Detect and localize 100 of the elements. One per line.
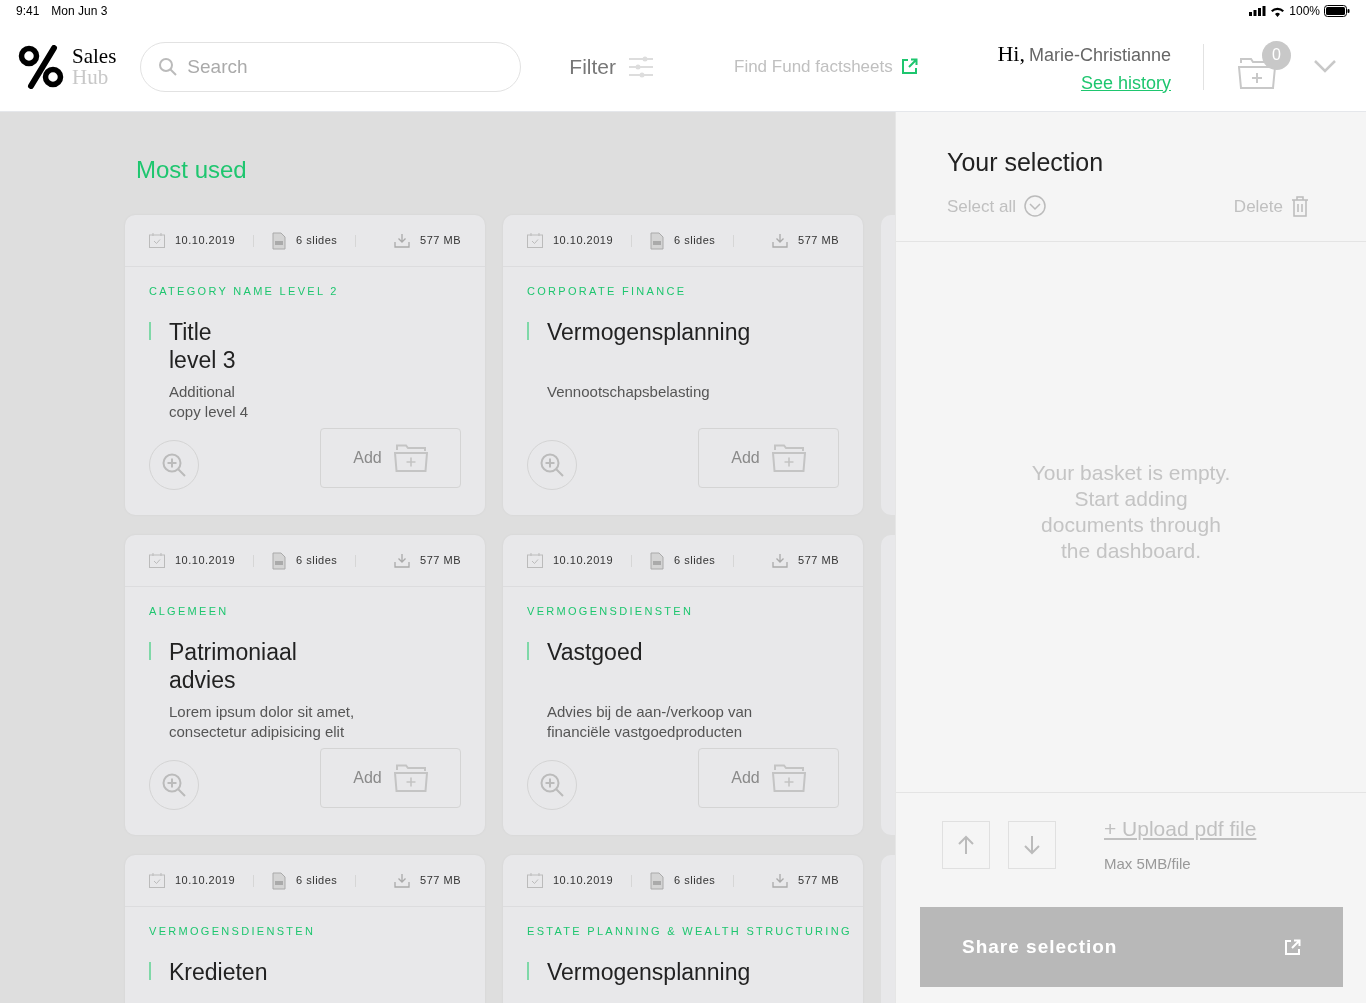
add-button[interactable]: Add bbox=[698, 428, 839, 488]
add-button[interactable]: Add bbox=[320, 428, 461, 488]
file-size: 577 MB bbox=[420, 873, 461, 889]
card-date: 10.10.2019 bbox=[175, 553, 236, 569]
external-link-icon bbox=[900, 58, 918, 75]
slide-count: 6 slides bbox=[674, 873, 716, 889]
slide-count: 6 slides bbox=[674, 233, 716, 249]
download-icon bbox=[772, 553, 789, 568]
search-field[interactable]: Search bbox=[140, 41, 522, 92]
greeting-text: Hi, bbox=[997, 39, 1025, 68]
zoom-in-icon bbox=[539, 772, 565, 798]
document-card[interactable]: 10.10.2019 6 slides 577 MB ALGEMEEN Patrimoniaal advies Lorem ipsum dolor sit amet, consectetur adipisicing elit Add bbox=[125, 535, 485, 835]
file-size: 577 MB bbox=[798, 553, 839, 569]
card-title: Patrimoniaal advies bbox=[169, 637, 297, 694]
card-description: Additional copy level 4 bbox=[169, 381, 250, 422]
folder-add-icon bbox=[771, 764, 806, 792]
calendar-icon bbox=[527, 233, 543, 248]
card-category: ESTATE PLANNING & WEALTH STRUCTURING bbox=[526, 924, 853, 939]
download-icon bbox=[394, 873, 411, 888]
wifi-icon bbox=[1270, 5, 1286, 17]
file-size: 577 MB bbox=[798, 233, 839, 249]
zoom-in-icon bbox=[161, 772, 187, 798]
document-card[interactable]: 10.10.2019 6 slides 577 MB CATEGORY NAME LEVEL 2 Title level 3 Additional copy level 4 Add bbox=[125, 215, 485, 515]
download-icon bbox=[394, 233, 411, 248]
chevron-down-icon[interactable] bbox=[1314, 60, 1336, 73]
slide-count: 6 slides bbox=[296, 873, 338, 889]
arrow-up-icon bbox=[957, 835, 975, 855]
card-description: Advies bij de aan-/verkoop van financiële vastgoedproducten bbox=[547, 701, 754, 742]
card-date: 10.10.2019 bbox=[175, 233, 236, 249]
document-icon bbox=[272, 871, 287, 890]
panel-title: Your selection bbox=[947, 147, 1105, 178]
calendar-icon bbox=[149, 873, 165, 888]
document-card[interactable]: 10.10.2019 6 slides 577 MB CORPORATE FINANCE Vermogensplanning Vennootschapsbelasting Add bbox=[503, 215, 863, 515]
document-icon bbox=[650, 231, 665, 250]
card-category: CATEGORY NAME LEVEL 2 bbox=[148, 284, 340, 299]
document-card[interactable]: 10.10.2019 6 slides 577 MB VERMOGENSDIENSTEN Vastgoed Advies bij de aan-/verkoop van financiële vastgoedproducten Add bbox=[503, 535, 863, 835]
battery-icon bbox=[1324, 5, 1350, 17]
zoom-button[interactable] bbox=[149, 760, 199, 810]
add-button[interactable]: Add bbox=[320, 748, 461, 808]
status-date: Mon Jun 3 bbox=[51, 3, 108, 20]
external-link-icon bbox=[1284, 938, 1301, 956]
card-description: Lorem ipsum dolor sit amet, consectetur adipisicing elit bbox=[169, 701, 356, 742]
zoom-in-icon bbox=[539, 452, 565, 478]
share-button[interactable]: Share selection bbox=[920, 907, 1343, 987]
battery-percent: 100% bbox=[1289, 3, 1320, 20]
folder-add-icon bbox=[393, 444, 428, 472]
zoom-in-icon bbox=[161, 452, 187, 478]
document-icon bbox=[272, 551, 287, 570]
file-size: 577 MB bbox=[798, 873, 839, 889]
slide-count: 6 slides bbox=[296, 553, 338, 569]
card-title: Kredieten bbox=[169, 957, 268, 987]
card-category: CORPORATE FINANCE bbox=[526, 284, 688, 299]
card-date: 10.10.2019 bbox=[553, 233, 614, 249]
calendar-icon bbox=[149, 233, 165, 248]
card-title: Title level 3 bbox=[169, 317, 236, 374]
document-icon bbox=[650, 871, 665, 890]
card-category: ALGEMEEN bbox=[148, 604, 230, 619]
folder-add-icon bbox=[393, 764, 428, 792]
arrow-down-icon bbox=[1023, 835, 1041, 855]
download-icon bbox=[772, 873, 789, 888]
move-up-button[interactable] bbox=[942, 821, 990, 869]
document-card[interactable]: 10.10.2019 6 slides 577 MB ESTATE PLANNING & WEALTH STRUCTURING Vermogensplanning bbox=[503, 855, 863, 1003]
sliders-icon bbox=[628, 55, 654, 78]
zoom-button[interactable] bbox=[527, 440, 577, 490]
card-category: VERMOGENSDIENSTEN bbox=[148, 924, 317, 939]
history-link[interactable]: See history bbox=[1080, 69, 1171, 97]
card-date: 10.10.2019 bbox=[553, 553, 614, 569]
card-description: Vennootschapsbelasting bbox=[547, 381, 711, 402]
zoom-button[interactable] bbox=[527, 760, 577, 810]
card-title: Vermogensplanning bbox=[547, 957, 751, 987]
slide-count: 6 slides bbox=[674, 553, 716, 569]
slide-count: 6 slides bbox=[296, 233, 338, 249]
search-icon bbox=[158, 56, 179, 77]
logo-text: Sales bbox=[72, 45, 117, 67]
user-name: Marie-Christianne bbox=[1028, 43, 1171, 67]
signal-icon bbox=[1249, 6, 1267, 16]
download-icon bbox=[772, 233, 789, 248]
calendar-icon bbox=[527, 873, 543, 888]
move-down-button[interactable] bbox=[1008, 821, 1056, 869]
zoom-button[interactable] bbox=[149, 440, 199, 490]
file-size: 577 MB bbox=[420, 553, 461, 569]
document-icon bbox=[650, 551, 665, 570]
card-category: VERMOGENSDIENSTEN bbox=[526, 604, 695, 619]
document-icon bbox=[272, 231, 287, 250]
folder-add-icon bbox=[771, 444, 806, 472]
upload-hint: Max 5MB/file bbox=[1104, 853, 1192, 874]
card-title: Vastgoed bbox=[547, 637, 643, 667]
card-date: 10.10.2019 bbox=[553, 873, 614, 889]
file-size: 577 MB bbox=[420, 233, 461, 249]
factsheets-link[interactable]: Find Fund factsheets bbox=[734, 53, 918, 80]
chevron-circle-icon bbox=[1024, 195, 1046, 218]
download-icon bbox=[394, 553, 411, 568]
trash-icon bbox=[1291, 195, 1309, 217]
calendar-icon bbox=[527, 553, 543, 568]
card-title: Vermogensplanning bbox=[547, 317, 751, 347]
status-time: 9:41 bbox=[16, 3, 40, 20]
filter-button[interactable]: Filter bbox=[569, 50, 654, 83]
add-button[interactable]: Add bbox=[698, 748, 839, 808]
card-date: 10.10.2019 bbox=[175, 873, 236, 889]
document-card[interactable]: 10.10.2019 6 slides 577 MB VERMOGENSDIENSTEN Kredieten bbox=[125, 855, 485, 1003]
